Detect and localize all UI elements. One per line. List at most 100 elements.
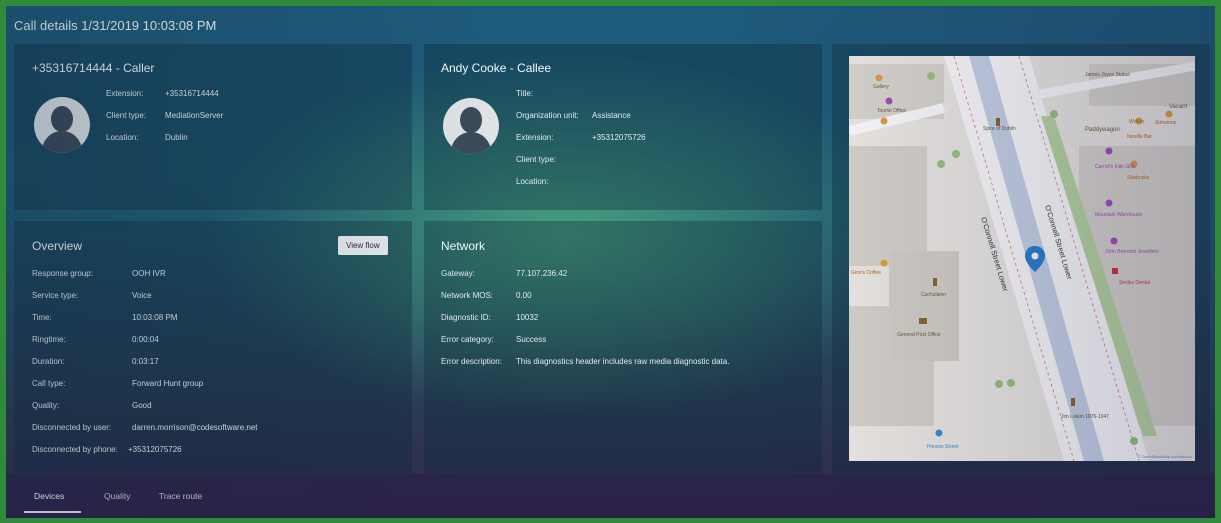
caller-panel: +35316714444 - Caller Extension: +353167… bbox=[14, 44, 412, 210]
map-poi-label: Tourist Office bbox=[877, 108, 906, 114]
map-poi-label: Starbucks bbox=[1127, 175, 1150, 181]
map-tree bbox=[1050, 110, 1058, 118]
overview-heading: Overview bbox=[32, 239, 83, 253]
overview-label: Ringtime: bbox=[32, 335, 66, 344]
poi-icon bbox=[935, 429, 943, 437]
caller-avatar bbox=[34, 97, 90, 153]
overview-label: Time: bbox=[32, 313, 52, 322]
overview-label: Quality: bbox=[32, 401, 60, 410]
map-tree bbox=[937, 160, 945, 168]
map-poi-label: Carroll's Irish Gifts bbox=[1095, 164, 1136, 170]
network-label: Error category: bbox=[441, 335, 494, 344]
network-heading: Network bbox=[441, 239, 486, 253]
map-canvas[interactable]: O'Connell Street Lower O'Connell Street … bbox=[849, 56, 1195, 461]
callee-location-label: Location: bbox=[516, 177, 549, 186]
overview-value: 10:03:08 PM bbox=[132, 313, 178, 322]
tab-quality[interactable]: Quality bbox=[104, 491, 130, 501]
callee-heading: Andy Cooke - Callee bbox=[441, 61, 552, 75]
detail-tabs: Devices Quality Trace route bbox=[6, 474, 1215, 518]
map-tree bbox=[995, 380, 1003, 388]
view-flow-button[interactable]: View flow bbox=[338, 236, 388, 255]
network-value: Success bbox=[516, 335, 547, 344]
map-poi-label: Wok in bbox=[1129, 119, 1144, 125]
poi-icon bbox=[875, 74, 883, 82]
map-poi-label: Paddywagon bbox=[1085, 127, 1120, 133]
map-poi-label: Mountain Warehouse bbox=[1095, 212, 1143, 218]
map-tree bbox=[1130, 437, 1138, 445]
poi-icon bbox=[1110, 237, 1118, 245]
caller-client-type-value: MediationServer bbox=[165, 111, 224, 120]
callee-avatar bbox=[443, 98, 499, 154]
callee-org-unit-label: Organization unit: bbox=[516, 111, 579, 120]
poi-icon bbox=[880, 259, 888, 267]
map-poi-label: Princes Street bbox=[927, 444, 959, 450]
poi-icon bbox=[1105, 147, 1113, 155]
callee-panel: Andy Cooke - Callee Title: Organization … bbox=[424, 44, 822, 210]
dental-icon bbox=[1112, 268, 1118, 274]
callee-client-type-label: Client type: bbox=[516, 155, 557, 164]
overview-value: Forward Hunt group bbox=[132, 379, 204, 388]
map-tree bbox=[1007, 379, 1015, 387]
network-label: Gateway: bbox=[441, 269, 475, 278]
callee-extension-label: Extension: bbox=[516, 133, 554, 142]
caller-extension-label: Extension: bbox=[106, 89, 144, 98]
map-poi-label: Sohumos bbox=[1155, 120, 1177, 126]
poi-icon bbox=[1165, 110, 1173, 118]
overview-value: OOH IVR bbox=[132, 269, 166, 278]
monument-icon bbox=[996, 118, 1000, 126]
overview-label: Duration: bbox=[32, 357, 65, 366]
window-title: Call details 1/31/2019 10:03:08 PM bbox=[14, 18, 217, 33]
network-value: 77.107.236.42 bbox=[516, 269, 568, 278]
overview-value: Good bbox=[132, 401, 152, 410]
call-details-window: Call details 1/31/2019 10:03:08 PM +3531… bbox=[6, 6, 1215, 518]
overview-label: Call type: bbox=[32, 379, 66, 388]
map-poi-label: James Joyce Statue bbox=[1085, 72, 1130, 78]
caller-heading: +35316714444 - Caller bbox=[32, 61, 155, 75]
map-poi-label: Gallery bbox=[873, 84, 889, 90]
map-poi-label: Smiles Dental bbox=[1119, 280, 1150, 286]
map-tree bbox=[927, 72, 935, 80]
overview-label: Disconnected by phone: bbox=[32, 445, 118, 454]
map-poi-label: Jim Larkin 1876-1947 bbox=[1061, 414, 1109, 420]
network-panel: Network Gateway: 77.107.236.42 Network M… bbox=[424, 221, 822, 473]
map-building bbox=[889, 251, 959, 361]
map-tree bbox=[952, 150, 960, 158]
map-poi-label: Spire of Dublin bbox=[983, 126, 1016, 132]
poi-icon bbox=[885, 97, 893, 105]
overview-label: Disconnected by user: bbox=[32, 423, 112, 432]
caller-location-label: Location: bbox=[106, 133, 139, 142]
callee-org-unit-value: Assistance bbox=[592, 111, 631, 120]
tab-trace-route[interactable]: Trace route bbox=[159, 491, 202, 501]
caller-location-value: Dublin bbox=[165, 133, 188, 142]
overview-value: 0:03:17 bbox=[132, 357, 159, 366]
overview-value: darren.morrison@codesoftware.net bbox=[132, 423, 258, 432]
post-office-icon bbox=[919, 318, 927, 324]
map-attribution[interactable]: © OpenStreetMap contributors bbox=[1138, 454, 1192, 459]
poi-icon bbox=[880, 117, 888, 125]
overview-value: 0:00:04 bbox=[132, 335, 159, 344]
overview-label: Service type: bbox=[32, 291, 79, 300]
map-poi-label: General Post Office bbox=[897, 332, 941, 338]
network-value: 10032 bbox=[516, 313, 539, 322]
network-value: This diagnostics header includes raw med… bbox=[516, 357, 730, 366]
caller-client-type-label: Client type: bbox=[106, 111, 147, 120]
map-poi-label: Noodle Bar bbox=[1127, 134, 1152, 140]
callee-title-label: Title: bbox=[516, 89, 534, 98]
map-poi-label: Vacant bbox=[1169, 104, 1188, 110]
network-label: Diagnostic ID: bbox=[441, 313, 491, 322]
map-poi-label: Gino's Coffee bbox=[851, 270, 881, 276]
overview-label: Response group: bbox=[32, 269, 93, 278]
network-label: Error description: bbox=[441, 357, 502, 366]
active-tab-indicator bbox=[24, 511, 81, 513]
poi-icon bbox=[1105, 199, 1113, 207]
overview-panel: Overview View flow Response group: OOH I… bbox=[14, 221, 412, 473]
caller-extension-value: +35316714444 bbox=[165, 89, 219, 98]
monument-icon bbox=[1071, 398, 1075, 406]
overview-value: Voice bbox=[132, 291, 152, 300]
network-label: Network MOS: bbox=[441, 291, 494, 300]
tab-devices[interactable]: Devices bbox=[34, 491, 64, 501]
monument-icon bbox=[933, 278, 937, 286]
map-poi-label: Cuchulainn bbox=[921, 292, 946, 298]
location-map[interactable]: O'Connell Street Lower O'Connell Street … bbox=[849, 56, 1195, 461]
overview-value: +35312075726 bbox=[128, 445, 182, 454]
